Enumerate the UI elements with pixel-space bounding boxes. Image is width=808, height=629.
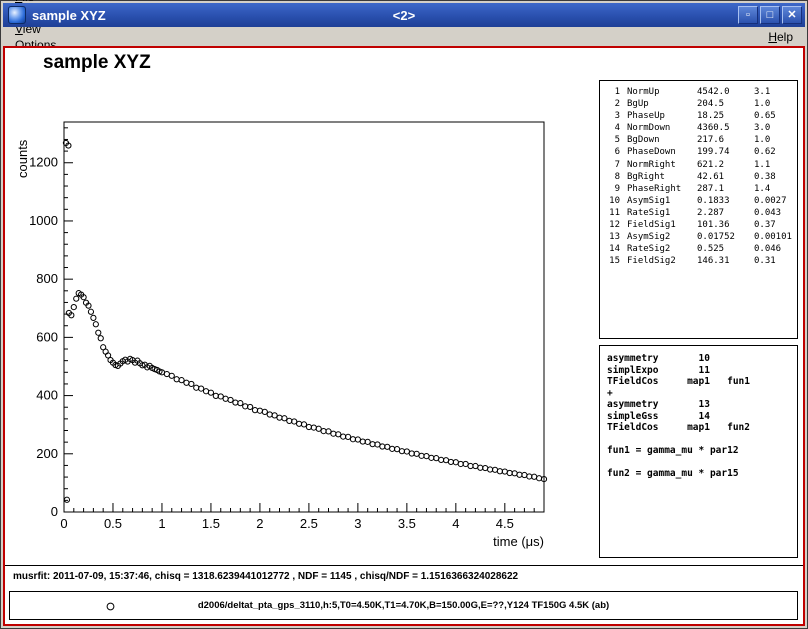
theory-line: +: [607, 388, 797, 400]
svg-text:3.5: 3.5: [398, 516, 416, 531]
svg-text:200: 200: [36, 446, 58, 461]
theory-line: [607, 434, 797, 446]
param-row: 9PhaseRight287.11.4: [604, 183, 797, 195]
close-button[interactable]: ✕: [782, 6, 802, 24]
minimize-button[interactable]: ▫: [738, 6, 758, 24]
param-row: 13AsymSig20.017520.00101: [604, 231, 797, 243]
titlebar[interactable]: sample XYZ <2> ▫ □ ✕: [3, 3, 805, 27]
param-row: 11RateSig12.2870.043: [604, 207, 797, 219]
svg-text:2.5: 2.5: [300, 516, 318, 531]
plot-area[interactable]: 0 0.5 1 1.5 2 2.5 3 3.5 4 4.5 0 200 400 600 800 1000 120…: [5, 48, 565, 568]
fit-status-line: musrfit: 2011-07-09, 15:37:46, chisq = 1…: [13, 571, 518, 582]
svg-text:800: 800: [36, 271, 58, 286]
param-row: 1NormUp4542.03.1: [604, 86, 797, 98]
param-row: 3PhaseUp18.250.65: [604, 110, 797, 122]
svg-text:1000: 1000: [29, 213, 58, 228]
param-row: 15FieldSig2146.310.31: [604, 255, 797, 267]
svg-text:3: 3: [354, 516, 361, 531]
theory-line: simpleGss 14: [607, 411, 797, 423]
param-row: 8BgRight42.610.38: [604, 171, 797, 183]
param-row: 7NormRight621.21.1: [604, 159, 797, 171]
theory-box[interactable]: asymmetry 10simplExpo 11TFieldCos map1 f…: [599, 345, 798, 558]
theory-line: TFieldCos map1 fun2: [607, 422, 797, 434]
param-row: 5BgDown217.61.0: [604, 134, 797, 146]
menubar-right: Help: [761, 29, 800, 45]
window-controls: ▫ □ ✕: [736, 6, 802, 24]
root-canvas[interactable]: sample XYZ 00.511.522.533.544.5020040060…: [3, 46, 805, 626]
menubar: FileEditViewOptionsToolsMusrfit Help: [3, 27, 805, 46]
param-row: 12FieldSig1101.360.37: [604, 219, 797, 231]
theory-line: asymmetry 10: [607, 353, 797, 365]
svg-text:400: 400: [36, 388, 58, 403]
window-title: sample XYZ: [32, 8, 106, 23]
param-row: 6PhaseDown199.740.62: [604, 146, 797, 158]
maximize-button[interactable]: □: [760, 6, 780, 24]
menu-help[interactable]: Help: [761, 29, 800, 45]
app-window: sample XYZ <2> ▫ □ ✕ FileEditViewOptions…: [0, 0, 808, 629]
theory-line: simplExpo 11: [607, 365, 797, 377]
param-row: 14RateSig20.5250.046: [604, 243, 797, 255]
svg-text:2: 2: [256, 516, 263, 531]
theory-line: fun2 = gamma_mu * par15: [607, 468, 797, 480]
legend-marker-icon: [105, 601, 116, 612]
svg-text:counts: counts: [15, 139, 30, 178]
window-instance: <2>: [3, 8, 805, 23]
svg-text:1200: 1200: [29, 155, 58, 170]
svg-text:0: 0: [51, 504, 58, 519]
param-row: 4NormDown4360.53.0: [604, 122, 797, 134]
param-row: 10AsymSig10.18330.0027: [604, 195, 797, 207]
svg-text:0: 0: [60, 516, 67, 531]
pad-separator: [5, 565, 803, 566]
param-row: 2BgUp204.51.0: [604, 98, 797, 110]
legend-text: d2006/deltat_pta_gps_3110,h:5,T0=4.50K,T…: [10, 600, 797, 611]
svg-text:4: 4: [452, 516, 459, 531]
parameter-box[interactable]: 1NormUp4542.03.12BgUp204.51.03PhaseUp18.…: [599, 80, 798, 339]
svg-text:4.5: 4.5: [496, 516, 514, 531]
svg-text:0.5: 0.5: [104, 516, 122, 531]
svg-text:time (μs): time (μs): [493, 534, 544, 549]
legend-box[interactable]: d2006/deltat_pta_gps_3110,h:5,T0=4.50K,T…: [9, 591, 798, 620]
svg-text:1.5: 1.5: [202, 516, 220, 531]
svg-text:600: 600: [36, 329, 58, 344]
theory-line: TFieldCos map1 fun1: [607, 376, 797, 388]
theory-line: fun1 = gamma_mu * par12: [607, 445, 797, 457]
app-icon[interactable]: [8, 6, 26, 24]
svg-text:1: 1: [158, 516, 165, 531]
theory-line: asymmetry 13: [607, 399, 797, 411]
theory-line: [607, 457, 797, 469]
